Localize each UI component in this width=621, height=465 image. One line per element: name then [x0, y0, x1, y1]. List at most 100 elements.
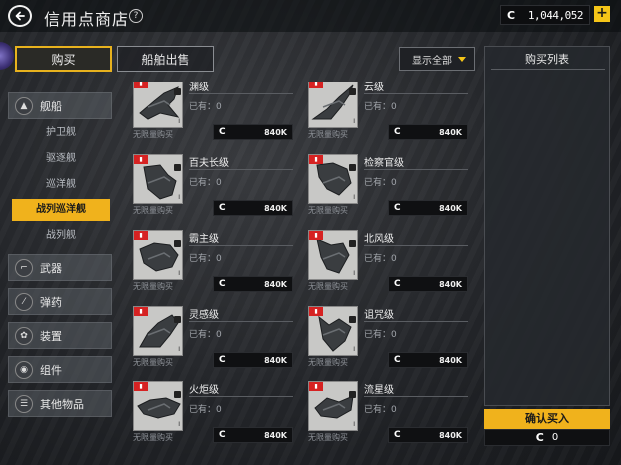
- buy-price-button[interactable]: C 840K: [388, 124, 468, 140]
- category-components[interactable]: ◉ 组件: [8, 356, 112, 383]
- unlimited-label: 无限量购买: [308, 282, 348, 291]
- purchase-list-title: 购买列表: [525, 53, 569, 66]
- item-card[interactable]: ▮ I 云级 已有：0 无限量购买 C 840K: [300, 82, 470, 142]
- item-name: 诅咒级: [364, 310, 394, 321]
- purchase-list-panel: 购买列表: [484, 46, 610, 406]
- item-name: 灵感级: [189, 310, 219, 321]
- ship-thumbnail[interactable]: ▮ I: [308, 306, 358, 356]
- sub-battleship[interactable]: 战列舰: [12, 225, 110, 247]
- price-value: 840K: [264, 355, 287, 365]
- category-label: 弹药: [40, 295, 62, 309]
- ship-thumbnail[interactable]: ▮ I: [133, 82, 183, 128]
- buy-price-button[interactable]: C 840K: [388, 352, 468, 368]
- buy-price-button[interactable]: C 840K: [213, 352, 293, 368]
- sub-battlecruiser[interactable]: 战列巡洋舰: [12, 199, 110, 221]
- level-label: I: [178, 194, 180, 201]
- category-label: 其他物品: [40, 397, 84, 411]
- credit-icon: C: [394, 279, 401, 289]
- item-card[interactable]: ▮ I 霸主级 已有：0 无限量购买 C 840K: [125, 230, 295, 294]
- lock-icon: [349, 240, 356, 247]
- item-name: 火炬级: [189, 385, 219, 396]
- level-label: I: [353, 118, 355, 125]
- category-label: 舰船: [40, 99, 62, 113]
- tier-badge: ▮: [309, 382, 323, 391]
- category-ammo[interactable]: ⁄ 弹药: [8, 288, 112, 315]
- ship-thumbnail[interactable]: ▮ I: [133, 154, 183, 204]
- lock-icon: [349, 316, 356, 323]
- price-value: 840K: [439, 127, 462, 137]
- ship-thumbnail[interactable]: ▮ I: [308, 381, 358, 431]
- item-grid: ▮ I 渊级 已有：0 无限量购买 C 840K ▮ I 云级 已有：0 无限量购买 C 840K ▮ I 百夫…: [125, 82, 477, 447]
- ship-thumbnail[interactable]: ▮ I: [133, 230, 183, 280]
- level-label: I: [178, 270, 180, 277]
- device-icon: ✿: [15, 326, 33, 345]
- item-name: 流星级: [364, 385, 394, 396]
- owned-count: 已有：0: [189, 254, 222, 264]
- buy-price-button[interactable]: C 840K: [213, 276, 293, 292]
- page-title: 信用点商店: [44, 10, 130, 29]
- credit-icon: C: [219, 279, 226, 289]
- ship-thumbnail[interactable]: ▮ I: [308, 82, 358, 128]
- category-ships[interactable]: ▲ 舰船: [8, 92, 112, 119]
- lock-icon: [174, 391, 181, 398]
- category-weapons[interactable]: ⌐ 武器: [8, 254, 112, 281]
- buy-price-button[interactable]: C 840K: [213, 427, 293, 443]
- confirm-purchase-button[interactable]: 确认买入: [484, 409, 610, 429]
- sub-frigate[interactable]: 护卫舰: [12, 122, 110, 144]
- lock-icon: [174, 240, 181, 247]
- price-value: 840K: [264, 279, 287, 289]
- buy-price-button[interactable]: C 840K: [388, 200, 468, 216]
- item-name: 霸主级: [189, 234, 219, 245]
- item-card[interactable]: ▮ I 流星级 已有：0 无限量购买 C 840K: [300, 381, 470, 445]
- item-name: 百夫长级: [189, 158, 229, 169]
- ship-thumbnail[interactable]: ▮ I: [308, 230, 358, 280]
- lock-icon: [349, 88, 356, 95]
- category-misc[interactable]: ☰ 其他物品: [8, 390, 112, 417]
- add-credits-button[interactable]: +: [594, 6, 610, 22]
- owned-count: 已有：0: [189, 102, 222, 112]
- ship-thumbnail[interactable]: ▮ I: [308, 154, 358, 204]
- tier-badge: ▮: [309, 231, 323, 240]
- tab-sell-ships[interactable]: 船舶出售: [117, 46, 214, 72]
- ship-thumbnail[interactable]: ▮ I: [133, 381, 183, 431]
- buy-price-button[interactable]: C 840K: [213, 124, 293, 140]
- price-value: 840K: [264, 127, 287, 137]
- credit-icon: C: [394, 203, 401, 213]
- sub-cruiser[interactable]: 巡洋舰: [12, 174, 110, 196]
- item-card[interactable]: ▮ I 检察官级 已有：0 无限量购买 C 840K: [300, 154, 470, 218]
- price-value: 840K: [439, 355, 462, 365]
- unlimited-label: 无限量购买: [133, 433, 173, 442]
- tab-buy[interactable]: 购买: [15, 46, 112, 72]
- filter-dropdown[interactable]: 显示全部: [399, 47, 475, 71]
- buy-price-button[interactable]: C 840K: [388, 276, 468, 292]
- buy-price-button[interactable]: C 840K: [388, 427, 468, 443]
- item-card[interactable]: ▮ I 诅咒级 已有：0 无限量购买 C 840K: [300, 306, 470, 370]
- item-card[interactable]: ▮ I 渊级 已有：0 无限量购买 C 840K: [125, 82, 295, 142]
- level-label: I: [353, 346, 355, 353]
- help-icon[interactable]: ?: [129, 9, 143, 23]
- item-card[interactable]: ▮ I 北风级 已有：0 无限量购买 C 840K: [300, 230, 470, 294]
- item-card[interactable]: ▮ I 灵感级 已有：0 无限量购买 C 840K: [125, 306, 295, 370]
- divider: [364, 169, 468, 170]
- owned-count: 已有：0: [364, 254, 397, 264]
- buy-price-button[interactable]: C 840K: [213, 200, 293, 216]
- price-value: 840K: [264, 203, 287, 213]
- ship-thumbnail[interactable]: ▮ I: [133, 306, 183, 356]
- lock-icon: [349, 391, 356, 398]
- item-card[interactable]: ▮ I 火炬级 已有：0 无限量购买 C 840K: [125, 381, 295, 445]
- divider: [189, 321, 293, 322]
- item-name: 渊级: [189, 82, 209, 93]
- price-value: 840K: [439, 203, 462, 213]
- category-label: 组件: [40, 363, 62, 377]
- item-card[interactable]: ▮ I 百夫长级 已有：0 无限量购买 C 840K: [125, 154, 295, 218]
- balance-value: 1,044,052: [527, 8, 584, 22]
- sub-destroyer[interactable]: 驱逐舰: [12, 148, 110, 170]
- item-name: 云级: [364, 82, 384, 93]
- credit-icon: C: [219, 430, 226, 440]
- unlimited-label: 无限量购买: [308, 206, 348, 215]
- ammo-icon: ⁄: [15, 292, 33, 311]
- level-label: I: [178, 346, 180, 353]
- back-button[interactable]: [8, 5, 32, 27]
- owned-count: 已有：0: [189, 178, 222, 188]
- category-devices[interactable]: ✿ 装置: [8, 322, 112, 349]
